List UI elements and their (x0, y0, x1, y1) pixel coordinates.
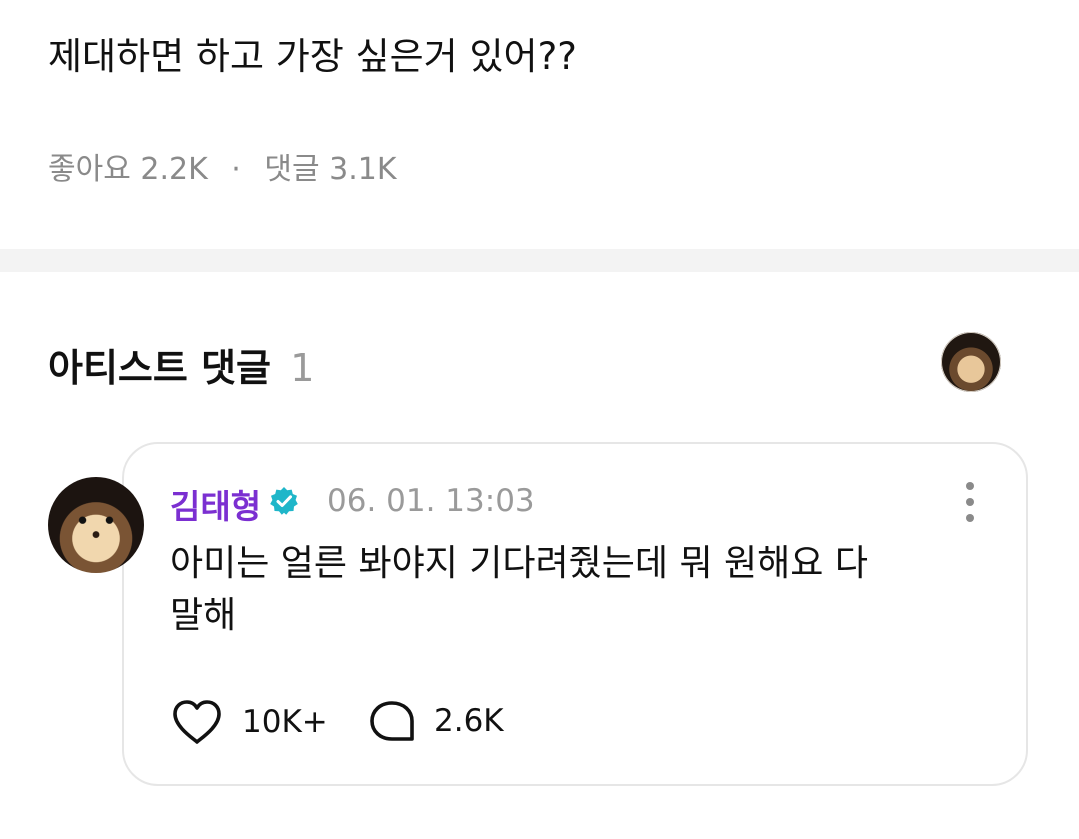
reply-count: 2.6K (434, 703, 504, 739)
comment-author-avatar[interactable] (48, 477, 144, 573)
likes-count: 2.2K (140, 152, 208, 187)
post-meta: 좋아요 2.2K · 댓글 3.1K (48, 144, 397, 188)
artist-avatar-thumbnail[interactable] (941, 332, 1001, 392)
comment-timestamp: 06. 01. 13:03 (327, 483, 535, 519)
comment-body: 아미는 얼른 봐야지 기다려줬는데 뭐 원해요 다 말해 (170, 538, 950, 642)
comments-count: 3.1K (329, 152, 397, 187)
comment-bubble-icon (370, 701, 414, 741)
heart-icon (173, 700, 221, 744)
more-options-icon[interactable] (958, 482, 982, 522)
artist-comments-header: 아티스트 댓글 1 (48, 337, 314, 392)
comments-label: 댓글 (264, 152, 320, 187)
comment-author-name[interactable]: 김태형 (170, 480, 261, 528)
meta-separator: · (231, 152, 241, 187)
artist-comments-title: 아티스트 댓글 (48, 346, 271, 390)
artist-comments-count: 1 (290, 346, 315, 390)
section-divider (0, 249, 1079, 272)
verified-badge-icon (270, 487, 298, 515)
comment-text-line-2: 말해 (170, 595, 237, 636)
comment-text-line-1: 아미는 얼른 봐야지 기다려줬는데 뭐 원해요 다 (170, 543, 868, 584)
like-count: 10K+ (242, 704, 328, 740)
like-button[interactable]: 10K+ (170, 698, 328, 746)
likes-label: 좋아요 (48, 152, 131, 187)
reply-button[interactable]: 2.6K (368, 698, 504, 744)
post-text: 제대하면 하고 가장 싶은거 있어?? (48, 35, 577, 78)
